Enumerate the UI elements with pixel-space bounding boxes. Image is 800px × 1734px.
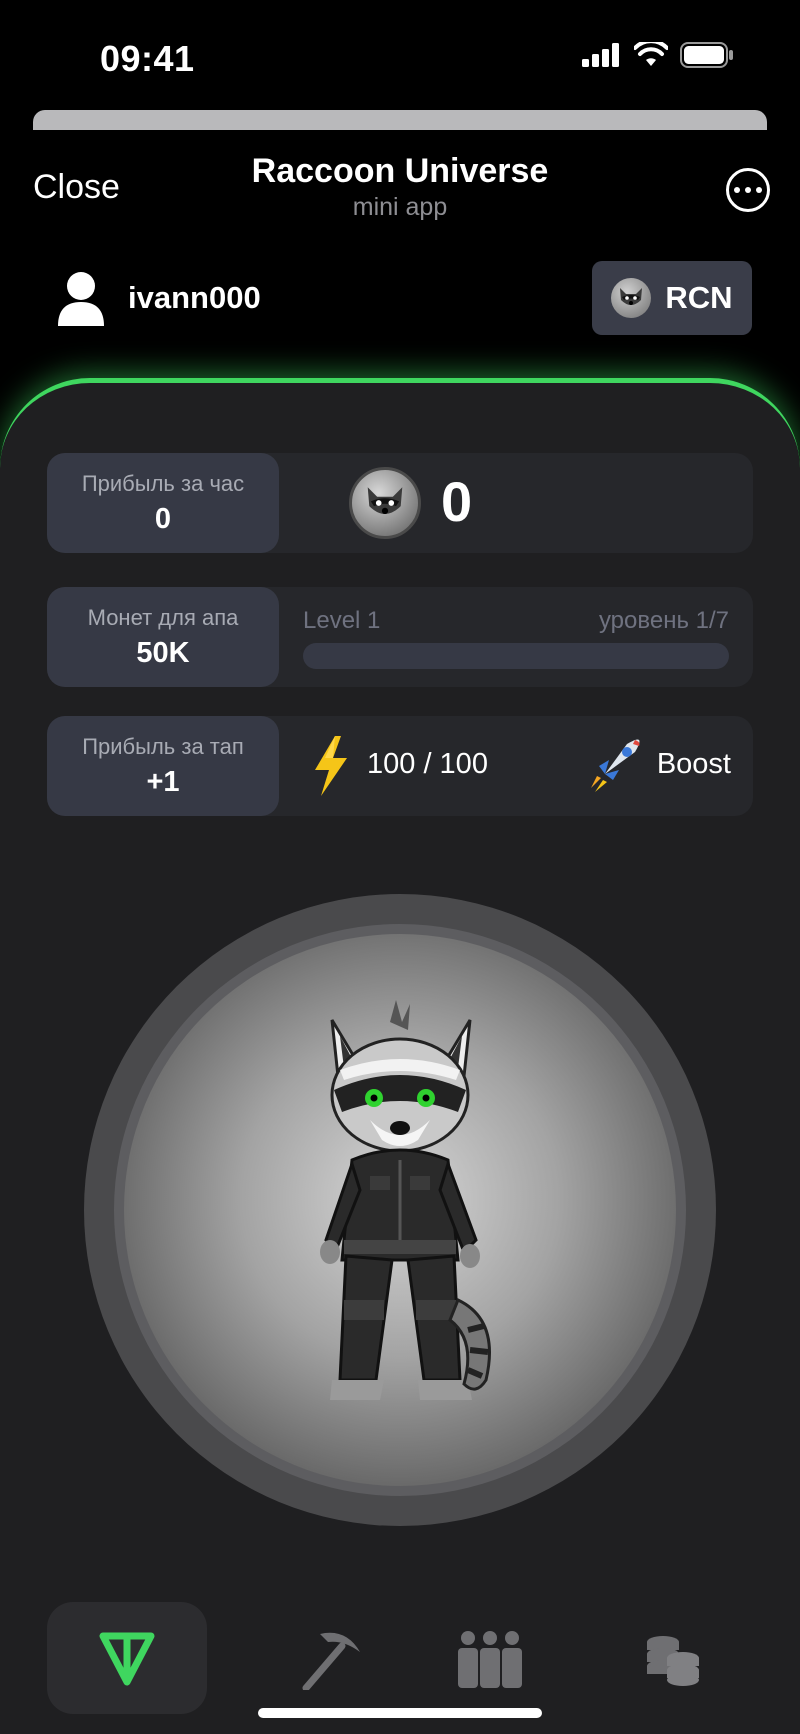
status-time: 09:41 <box>100 38 195 79</box>
home-indicator <box>258 1708 542 1718</box>
rocket-icon <box>590 739 640 792</box>
signal-icon <box>582 43 619 67</box>
energy-value: 100 / 100 <box>367 748 488 780</box>
boost-label: Boost <box>656 747 731 780</box>
tap-button[interactable] <box>84 894 716 1526</box>
level-progress-bar <box>303 643 729 669</box>
status-icons <box>582 42 734 68</box>
nav-mine[interactable] <box>250 1602 410 1714</box>
people-icon <box>458 1631 522 1688</box>
wifi-icon <box>634 42 668 66</box>
pickaxe-icon <box>302 1632 360 1690</box>
raccoon-character-image <box>320 1000 491 1400</box>
rcn-label: RCN <box>665 280 733 315</box>
coins-icon <box>647 1636 699 1686</box>
hourly-profit-box: Прибыль за час 0 <box>47 453 279 553</box>
balance-value: 0 <box>441 470 473 533</box>
raccoon-coin-icon <box>611 278 652 318</box>
coins-to-level-value: 50K <box>136 636 190 669</box>
coins-to-level-label: Монет для апа <box>87 604 239 630</box>
more-options-icon[interactable] <box>726 168 770 212</box>
hourly-profit-value: 0 <box>154 502 172 535</box>
user-icon <box>58 272 104 326</box>
balance-row: Прибыль за час 0 0 <box>47 453 753 553</box>
ton-logo-icon <box>99 1632 155 1686</box>
sheet-top-edge <box>33 110 767 130</box>
raccoon-coin-icon <box>349 467 421 539</box>
nav-earn[interactable] <box>593 1602 753 1714</box>
app-subtitle: mini app <box>352 193 448 221</box>
app-title: Raccoon Universe <box>251 152 549 190</box>
per-tap-label: Прибыль за тап <box>82 733 244 759</box>
per-tap-box: Прибыль за тап +1 <box>47 716 279 816</box>
nav-friends[interactable] <box>410 1602 570 1714</box>
hourly-profit-label: Прибыль за час <box>81 470 245 496</box>
level-name: Level 1 <box>303 607 381 634</box>
nav-tap[interactable] <box>47 1602 207 1714</box>
coins-to-level-box: Монет для апа 50K <box>47 587 279 687</box>
tap-ring-inner <box>114 924 686 1496</box>
energy-row: Прибыль за тап +1 100 / 100 Boost <box>47 716 753 816</box>
boost-button[interactable]: Boost <box>587 736 731 792</box>
rcn-currency-button[interactable]: RCN <box>592 261 752 335</box>
per-tap-value: +1 <box>146 765 180 798</box>
lightning-icon <box>315 736 347 796</box>
username: ivann000 <box>128 280 261 315</box>
level-row: Монет для апа 50K Level 1 уровень 1/7 <box>47 587 753 687</box>
battery-icon <box>680 42 733 68</box>
tap-circle <box>124 934 676 1486</box>
level-progress-text: уровень 1/7 <box>598 607 729 634</box>
